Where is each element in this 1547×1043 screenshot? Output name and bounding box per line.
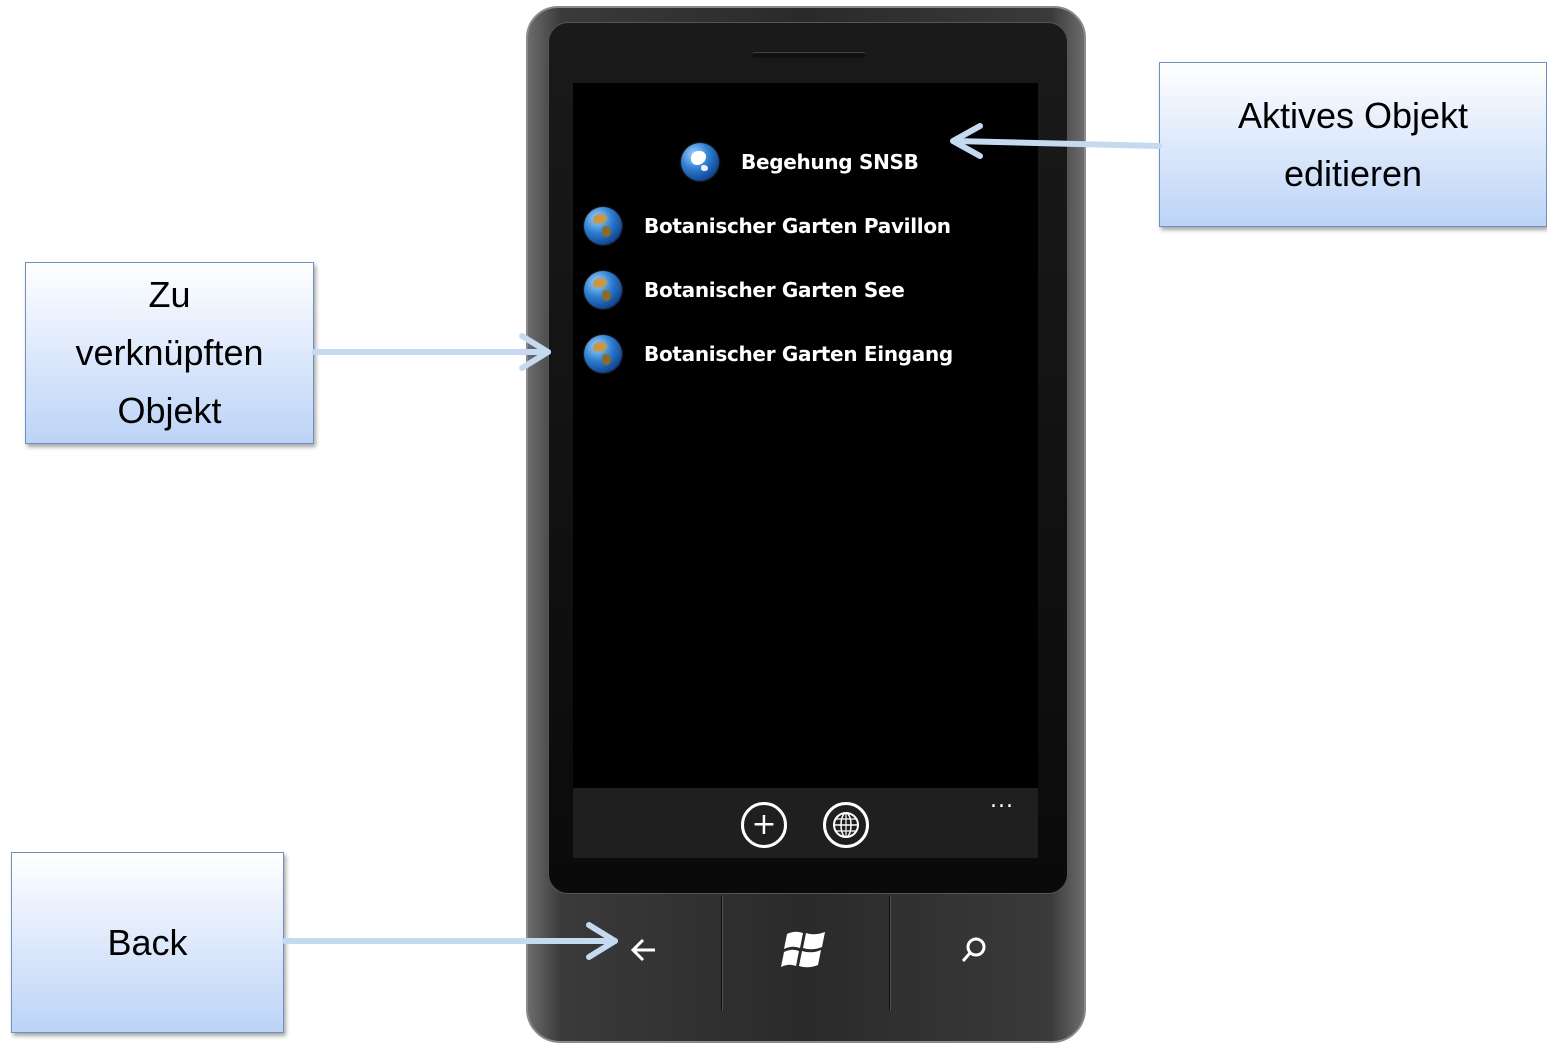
active-object-item[interactable]: Begehung SNSB: [681, 143, 919, 181]
windows-logo-icon: [781, 931, 825, 968]
globe-icon: [584, 271, 622, 309]
globe-icon: [584, 335, 622, 373]
callout-text: Back: [107, 921, 188, 963]
callout-text: Aktives Objekt: [1237, 94, 1469, 136]
phone-screen: [573, 83, 1038, 858]
globe-icon: [681, 143, 719, 181]
callout-text: Objekt: [117, 390, 222, 431]
linked-object-item[interactable]: Botanischer Garten Pavillon: [584, 207, 951, 245]
callout-text: verknüpften: [75, 332, 264, 373]
linked-object-item[interactable]: Botanischer Garten See: [584, 271, 905, 309]
linked-object-label: Botanischer Garten Pavillon: [644, 214, 951, 238]
linked-object-label: Botanischer Garten Eingang: [644, 342, 953, 366]
active-object-label: Begehung SNSB: [741, 150, 919, 174]
more-menu-button[interactable]: ...: [990, 790, 1014, 812]
callout-text: editieren: [1283, 152, 1423, 194]
hardware-divider: [721, 896, 723, 1010]
start-button[interactable]: [765, 910, 845, 990]
callout-linked-object: Zu verknüpften Objekt: [25, 262, 314, 444]
hardware-divider: [889, 896, 891, 1010]
callout-active-object: Aktives Objekt editieren: [1159, 62, 1547, 227]
add-icon: +: [751, 807, 777, 842]
phone-speaker: [752, 52, 866, 58]
globe-icon: [584, 207, 622, 245]
app-bar: [573, 788, 1038, 858]
back-arrow-icon: [630, 938, 655, 962]
callout-text: Zu: [148, 274, 191, 315]
globe-button[interactable]: [823, 802, 869, 848]
search-icon: [961, 937, 986, 962]
back-button[interactable]: [603, 910, 683, 990]
globe-grid-icon: [833, 812, 859, 838]
linked-object-label: Botanischer Garten See: [644, 278, 905, 302]
callout-back: Back: [11, 852, 284, 1033]
linked-object-item[interactable]: Botanischer Garten Eingang: [584, 335, 953, 373]
add-button[interactable]: +: [741, 802, 787, 848]
search-button[interactable]: [934, 910, 1014, 990]
